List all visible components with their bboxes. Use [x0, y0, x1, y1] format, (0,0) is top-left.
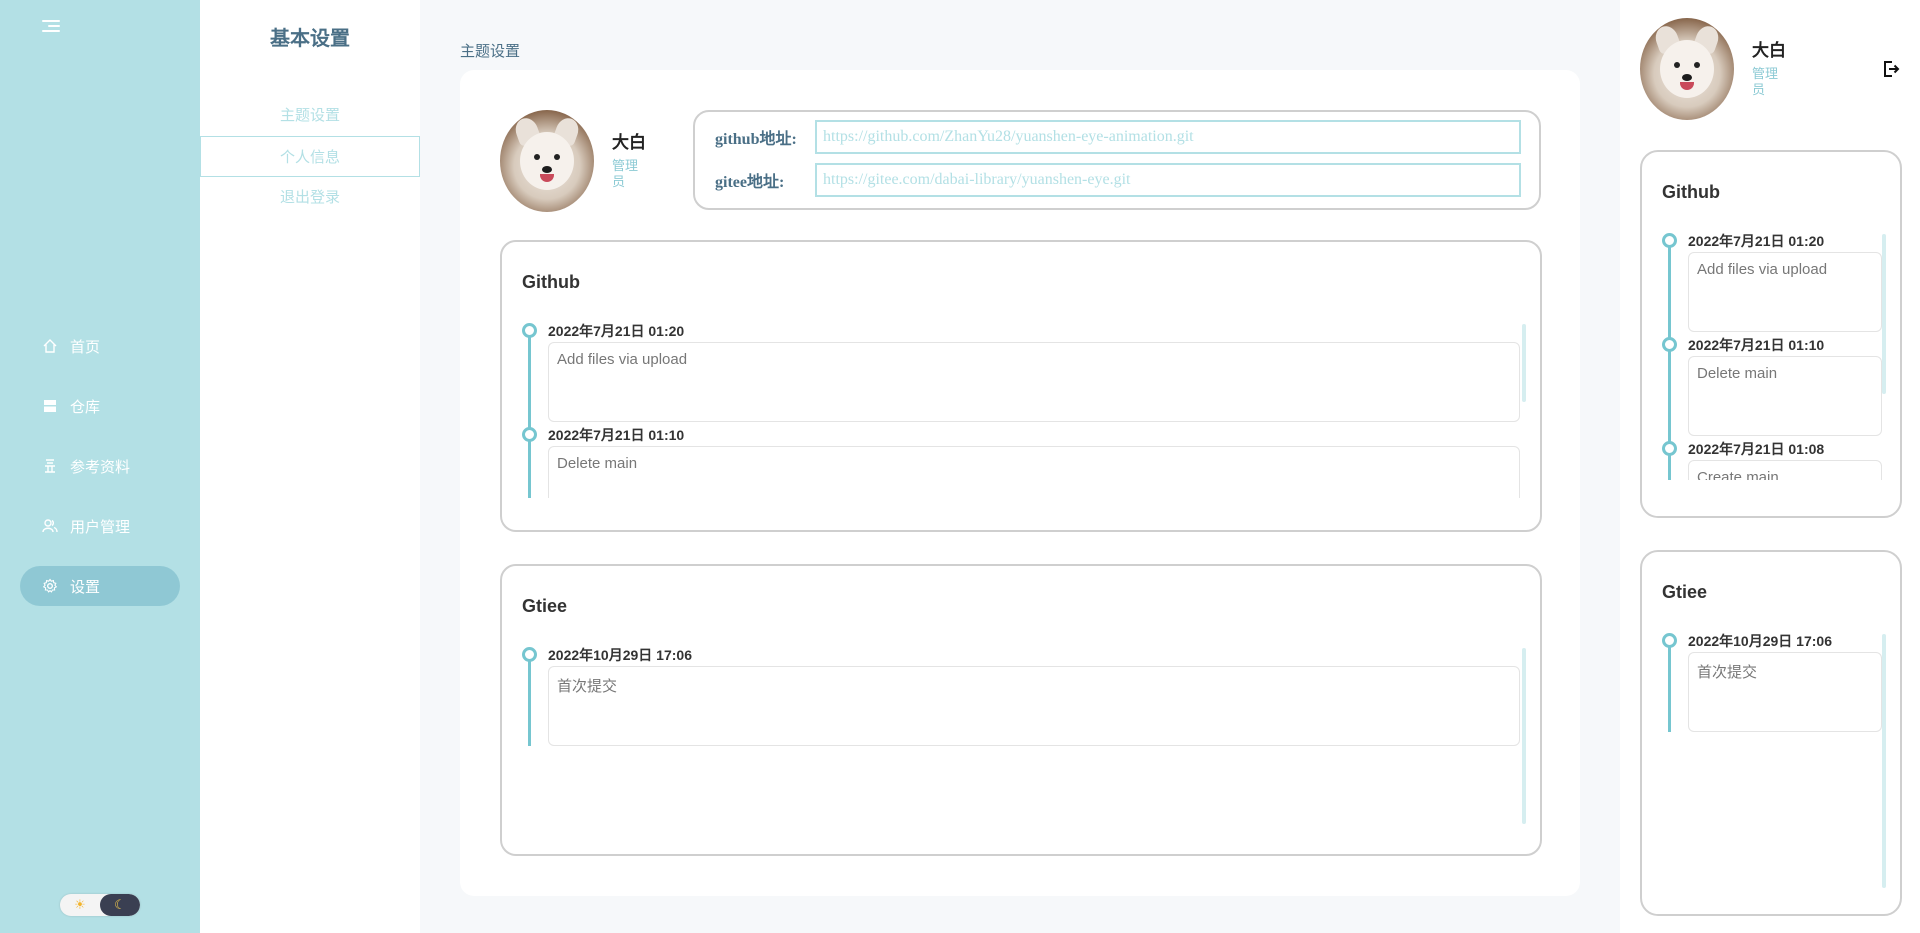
commit-time: 2022年7月21日 01:20 — [548, 323, 685, 339]
commit-time: 2022年7月21日 01:20 — [1688, 233, 1825, 249]
right-panel: 大白 管理员 Github 2022年7月21日 01:20 Add files… — [1620, 0, 1920, 933]
commit-item: 2022年7月21日 01:10 Delete main — [522, 426, 1520, 498]
commit-time: 2022年10月29日 17:06 — [548, 647, 692, 663]
logout-icon[interactable] — [1882, 60, 1900, 78]
gitee-commits-card: Gtiee 2022年10月29日 17:06 首次提交 — [500, 564, 1542, 856]
breadcrumb: 主题设置 — [460, 43, 521, 60]
nav-item-repository[interactable]: 仓库 — [20, 386, 180, 426]
scrollbar[interactable] — [1882, 634, 1886, 888]
submenu-item-logout[interactable]: 退出登录 — [200, 177, 420, 218]
github-commits-card: Github 2022年7月21日 01:20 Add files via up… — [500, 240, 1542, 532]
commit-timeline[interactable]: 2022年7月21日 01:20 Add files via upload 20… — [1662, 232, 1882, 480]
profile-name: 大白 — [1752, 41, 1786, 60]
github-commits-card: Github 2022年7月21日 01:20 Add files via up… — [1640, 150, 1902, 518]
commit-timeline[interactable]: 2022年10月29日 17:06 首次提交 — [522, 646, 1520, 822]
commit-item: 2022年7月21日 01:08 Create main — [1662, 440, 1882, 480]
nav-item-reference[interactable]: 参考资料 — [20, 446, 180, 486]
nav-item-label: 首页 — [70, 338, 101, 356]
nav-item-user-management[interactable]: 用户管理 — [20, 506, 180, 546]
nav-item-label: 用户管理 — [70, 518, 131, 536]
users-icon — [42, 518, 58, 534]
commit-item: 2022年7月21日 01:20 Add files via upload — [1662, 232, 1882, 332]
gitee-commits-card: Gtiee 2022年10月29日 17:06 首次提交 — [1640, 550, 1902, 916]
profile-role: 管理员 — [1752, 66, 1779, 97]
nav-item-settings[interactable]: 设置 — [20, 566, 180, 606]
commit-message: 首次提交 — [548, 666, 1520, 746]
menu-collapse-icon[interactable] — [42, 20, 60, 36]
card-title: Github — [522, 272, 580, 292]
nav-item-label: 参考资料 — [70, 458, 131, 476]
submenu-item-profile[interactable]: 个人信息 — [200, 136, 420, 177]
gear-icon — [42, 578, 58, 594]
submenu-item-theme[interactable]: 主题设置 — [200, 95, 420, 136]
reference-icon — [42, 458, 58, 474]
repository-icon — [42, 398, 58, 414]
submenu-title: 基本设置 — [270, 28, 350, 50]
github-url-label: github地址: — [715, 131, 797, 148]
commit-message: Add files via upload — [1688, 252, 1882, 332]
card-title: Gtiee — [1662, 582, 1708, 602]
gitee-url-label: gitee地址: — [715, 174, 785, 191]
scrollbar[interactable] — [1882, 234, 1886, 394]
commit-message: 首次提交 — [1688, 652, 1882, 732]
card-title: Gtiee — [522, 596, 568, 616]
scrollbar[interactable] — [1522, 324, 1526, 402]
github-url-input[interactable] — [815, 120, 1521, 154]
sun-icon[interactable]: ☀ — [60, 894, 100, 916]
commit-item: 2022年7月21日 01:10 Delete main — [1662, 336, 1882, 436]
commit-message: Create main — [1688, 460, 1882, 480]
commit-message: Add files via upload — [548, 342, 1520, 422]
moon-icon[interactable]: ☾ — [100, 894, 140, 916]
scrollbar[interactable] — [1522, 648, 1526, 824]
avatar — [500, 110, 594, 212]
profile-card: 大白 管理员 — [500, 110, 660, 212]
commit-message: Delete main — [548, 446, 1520, 498]
nav-item-label: 仓库 — [70, 398, 101, 416]
commit-message: Delete main — [1688, 356, 1882, 436]
commit-time: 2022年7月21日 01:08 — [1688, 441, 1825, 457]
card-title: Github — [1662, 182, 1720, 202]
settings-submenu: 基本设置 主题设置 个人信息 退出登录 — [200, 0, 420, 933]
theme-toggle[interactable]: ☀ ☾ — [60, 894, 140, 916]
commit-time: 2022年7月21日 01:10 — [1688, 337, 1825, 353]
left-nav: 首页 仓库 参考资料 用户管理 设置 ☀ ☾ — [0, 0, 200, 933]
profile-role: 管理员 — [612, 158, 639, 189]
profile-name: 大白 — [612, 133, 646, 152]
commit-item: 2022年7月21日 01:20 Add files via upload — [522, 322, 1520, 422]
nav-item-label: 设置 — [70, 578, 101, 596]
home-icon — [42, 338, 58, 354]
main-panel: 大白 管理员 github地址: gitee地址: Github 2022年7月… — [460, 70, 1580, 896]
avatar — [1640, 18, 1734, 120]
gitee-url-input[interactable] — [815, 163, 1521, 197]
commit-timeline[interactable]: 2022年7月21日 01:20 Add files via upload 20… — [522, 322, 1520, 498]
commit-timeline[interactable]: 2022年10月29日 17:06 首次提交 — [1662, 632, 1882, 882]
commit-time: 2022年7月21日 01:10 — [548, 427, 685, 443]
commit-item: 2022年10月29日 17:06 首次提交 — [522, 646, 1520, 746]
commit-time: 2022年10月29日 17:06 — [1688, 633, 1832, 649]
commit-item: 2022年10月29日 17:06 首次提交 — [1662, 632, 1882, 732]
repo-links-box: github地址: gitee地址: — [693, 110, 1541, 210]
nav-item-home[interactable]: 首页 — [20, 326, 180, 366]
